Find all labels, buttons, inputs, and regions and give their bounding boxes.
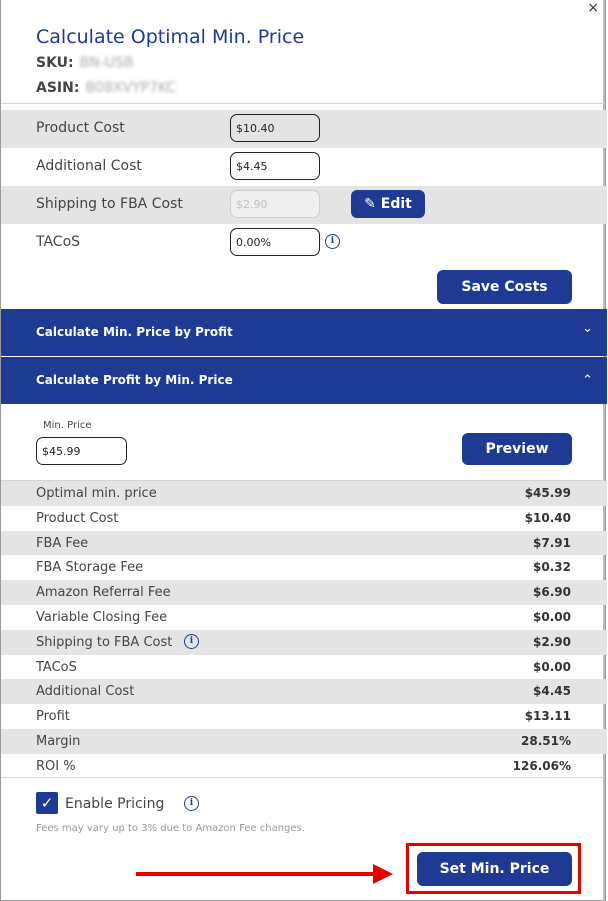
row-value: $7.91 [533, 535, 571, 550]
row-value: $0.32 [533, 560, 571, 575]
row-value: $0.00 [533, 609, 571, 624]
tacos-input[interactable] [230, 228, 320, 256]
product-cost-input[interactable] [230, 114, 320, 142]
sku-label: SKU: [36, 55, 74, 71]
row-label: Product Cost [36, 510, 119, 526]
arrow-head-icon [373, 864, 393, 884]
row-value: $0.00 [533, 659, 571, 674]
row-label: Shipping to FBA Cost [36, 634, 173, 650]
asin-line: ASIN: B08XVYP7KC [36, 80, 176, 96]
row-value: $2.90 [533, 634, 571, 649]
edit-label: Edit [380, 196, 412, 212]
close-icon[interactable]: × [587, 0, 599, 16]
row-label: FBA Fee [36, 535, 89, 551]
divider [1, 777, 605, 778]
shipping-cost-label: Shipping to FBA Cost [36, 196, 183, 212]
chevron-down-icon: ⌄ [582, 321, 593, 336]
save-costs-button[interactable]: Save Costs [437, 270, 572, 304]
accordion-min-price-by-profit[interactable]: Calculate Min. Price by Profit ⌄ [1, 309, 607, 356]
additional-cost-input[interactable] [230, 152, 320, 180]
tacos-label: TACoS [36, 234, 81, 250]
table-row: Profit $13.11 [1, 704, 607, 729]
product-cost-label: Product Cost [36, 120, 125, 136]
row-value: $10.40 [524, 510, 571, 525]
row-label: FBA Storage Fee [36, 560, 144, 576]
preview-button[interactable]: Preview [462, 433, 572, 465]
accordion-profit-by-min-price[interactable]: Calculate Profit by Min. Price ⌃ [1, 357, 607, 404]
accordion-label: Calculate Min. Price by Profit [36, 325, 233, 339]
row-value: 28.51% [521, 733, 571, 748]
asin-value: B08XVYP7KC [85, 80, 177, 96]
table-row: Optimal min. price $45.99 [1, 481, 607, 506]
row-value: $4.45 [533, 684, 571, 699]
enable-pricing-checkbox[interactable]: ✓ [36, 792, 58, 814]
enable-pricing-label: Enable Pricing [65, 796, 165, 812]
annotation-arrow [136, 872, 376, 876]
table-row: Product Cost $10.40 [1, 506, 607, 531]
table-row: Margin 28.51% [1, 728, 607, 754]
min-price-label: Min. Price [43, 420, 92, 431]
divider [1, 103, 605, 104]
row-label: Margin [36, 733, 81, 749]
row-value: $6.90 [533, 585, 571, 600]
row-label: ROI % [36, 758, 76, 774]
asin-label: ASIN: [36, 80, 80, 96]
info-icon[interactable]: i [184, 633, 199, 649]
set-min-price-button[interactable]: Set Min. Price [417, 852, 572, 886]
check-icon: ✓ [40, 794, 54, 812]
sku-line: SKU: BN-USB [36, 55, 134, 71]
shipping-cost-row: Shipping to FBA Cost [1, 186, 607, 224]
row-value: $45.99 [524, 486, 571, 500]
table-row: ROI % 126.06% [1, 754, 607, 779]
chevron-up-icon: ⌃ [582, 373, 593, 388]
price-breakdown-table: Optimal min. price $45.99 Product Cost $10.… [1, 481, 607, 779]
fees-note: Fees may vary up to 3% due to Amazon Fee… [36, 823, 305, 834]
min-price-input[interactable] [36, 437, 127, 465]
accordion-label: Calculate Profit by Min. Price [36, 373, 233, 387]
table-row: FBA Fee $7.91 [1, 530, 607, 556]
table-row: Shipping to FBA Cost $2.90 i [1, 629, 607, 655]
additional-cost-row: Additional Cost [1, 148, 607, 186]
row-label: TACoS [36, 659, 77, 675]
pencil-icon: ✎ [364, 196, 376, 212]
table-row: Amazon Referral Fee $6.90 [1, 580, 607, 605]
additional-cost-label: Additional Cost [36, 158, 142, 174]
calculate-min-price-modal: × Calculate Optimal Min. Price SKU: BN-US… [0, 0, 607, 901]
row-value: 126.06% [512, 758, 571, 773]
row-label: Additional Cost [36, 684, 135, 700]
row-label: Amazon Referral Fee [36, 585, 171, 601]
table-row: TACoS $0.00 [1, 655, 607, 680]
table-row: FBA Storage Fee $0.32 [1, 555, 607, 580]
row-label: Profit [36, 709, 70, 725]
row-label: Optimal min. price [36, 486, 157, 501]
info-icon[interactable]: i [184, 796, 199, 811]
row-label: Variable Closing Fee [36, 609, 168, 625]
edit-shipping-button[interactable]: ✎ Edit [351, 190, 425, 218]
tacos-row: TACoS i [1, 224, 607, 262]
row-value: $13.11 [524, 709, 571, 724]
table-row: Additional Cost $4.45 [1, 679, 607, 705]
product-cost-row: Product Cost [1, 110, 607, 148]
table-row: Variable Closing Fee $0.00 [1, 605, 607, 630]
info-icon[interactable]: i [325, 234, 340, 249]
sku-value: BN-USB [79, 55, 134, 71]
shipping-cost-input [230, 190, 320, 218]
modal-title: Calculate Optimal Min. Price [36, 26, 305, 48]
